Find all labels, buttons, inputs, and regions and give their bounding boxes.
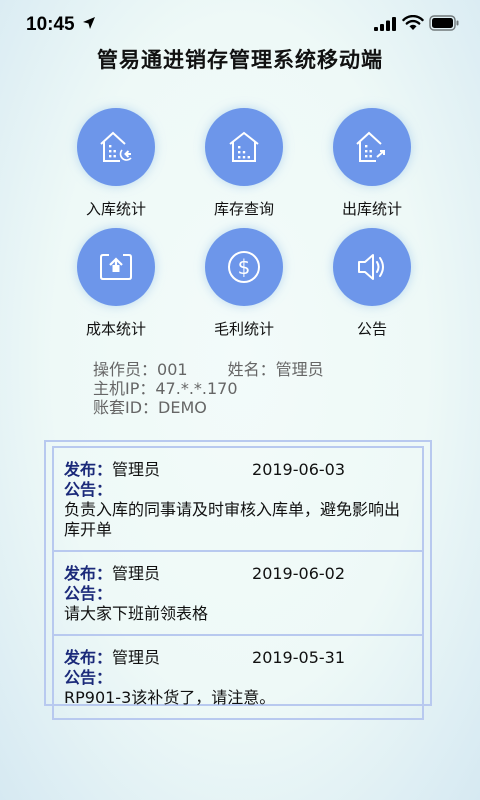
signal-icon [374, 17, 396, 31]
publisher-name: 管理员 [112, 648, 161, 667]
feature-circle [333, 228, 411, 306]
feature-circle [77, 228, 155, 306]
battery-icon [429, 15, 459, 31]
account-value: DEMO [158, 398, 207, 417]
feature-circle [205, 108, 283, 186]
warehouse-in-icon [100, 131, 132, 162]
notice-content: 负责入库的同事请及时审核入库单，避免影响出库开单 [64, 500, 401, 539]
location-arrow-icon [83, 17, 95, 29]
warehouse-out-icon [356, 131, 385, 162]
notice-item[interactable]: 发布：管理员 2019-06-03 公告： 负责入库的同事请及时审核入库单，避免影… [52, 446, 424, 552]
notice-item[interactable]: 发布：管理员 2019-06-02 公告： 请大家下班前领表格 [52, 552, 424, 636]
feature-announcement[interactable]: 公告 [312, 228, 432, 339]
feature-outbound-stats[interactable]: 出库统计 [312, 108, 432, 219]
feature-circle: $ [205, 228, 283, 306]
feature-label: 公告 [356, 320, 387, 338]
notice-label: 公告： [64, 584, 113, 603]
feature-stock-query[interactable]: 库存查询 [184, 108, 304, 219]
dollar-icon: $ [228, 251, 260, 283]
account-row: 账套ID：DEMO [93, 398, 324, 417]
feature-label: 入库统计 [85, 200, 146, 218]
feature-label: 毛利统计 [213, 320, 274, 338]
name-value: 管理员 [275, 360, 324, 379]
page-title: 管易通进销存管理系统移动端 [97, 48, 383, 72]
upload-box-icon [100, 254, 132, 280]
operator-value: 001 [157, 360, 188, 379]
notice-label: 公告： [64, 480, 113, 499]
status-time: 10:45 [26, 14, 75, 35]
notice-date: 2019-06-03 [252, 460, 345, 479]
publisher-name: 管理员 [112, 460, 161, 479]
publisher-label: 发布： [64, 564, 113, 583]
name-label: 姓名： [227, 360, 276, 379]
host-label: 主机IP： [93, 379, 156, 398]
notice-content: RP901-3该补货了，请注意。 [64, 688, 276, 707]
operator-label: 操作员： [93, 360, 158, 379]
publisher-name: 管理员 [112, 564, 161, 583]
notice-date: 2019-06-02 [252, 564, 345, 583]
operator-row: 操作员：001 姓名：管理员 [93, 360, 324, 379]
feature-circle [77, 108, 155, 186]
feature-circle [333, 108, 411, 186]
feature-inbound-stats[interactable]: 入库统计 [56, 108, 176, 219]
speaker-icon [358, 254, 384, 280]
feature-label: 库存查询 [213, 200, 274, 218]
app-screen: 10:45 管易通进销存管理系统移动端 入库统计 库存查询 出库统计 成本统计 … [0, 0, 480, 800]
host-row: 主机IP：47.*.*.170 [93, 379, 324, 398]
host-value: 47.*.*.170 [155, 379, 238, 398]
publisher-label: 发布： [64, 460, 113, 479]
feature-label: 成本统计 [85, 320, 146, 338]
notice-list[interactable]: 发布：管理员 2019-06-03 公告： 负责入库的同事请及时审核入库单，避免影… [44, 440, 432, 720]
svg-text:$: $ [238, 255, 251, 279]
notice-label: 公告： [64, 668, 113, 687]
account-label: 账套ID： [93, 398, 159, 417]
warehouse-stock-icon [229, 131, 259, 162]
feature-label: 出库统计 [341, 200, 402, 218]
notice-item[interactable]: 发布：管理员 2019-05-31 公告： RP901-3该补货了，请注意。 [52, 636, 424, 720]
feature-profit-stats[interactable]: $ 毛利统计 [184, 228, 304, 339]
wifi-icon [402, 15, 424, 30]
operator-info: 操作员：001 姓名：管理员 主机IP：47.*.*.170 账套ID：DEMO [93, 360, 324, 417]
notice-content: 请大家下班前领表格 [64, 604, 209, 623]
feature-cost-stats[interactable]: 成本统计 [56, 228, 176, 339]
publisher-label: 发布： [64, 648, 113, 667]
notice-date: 2019-05-31 [252, 648, 345, 667]
